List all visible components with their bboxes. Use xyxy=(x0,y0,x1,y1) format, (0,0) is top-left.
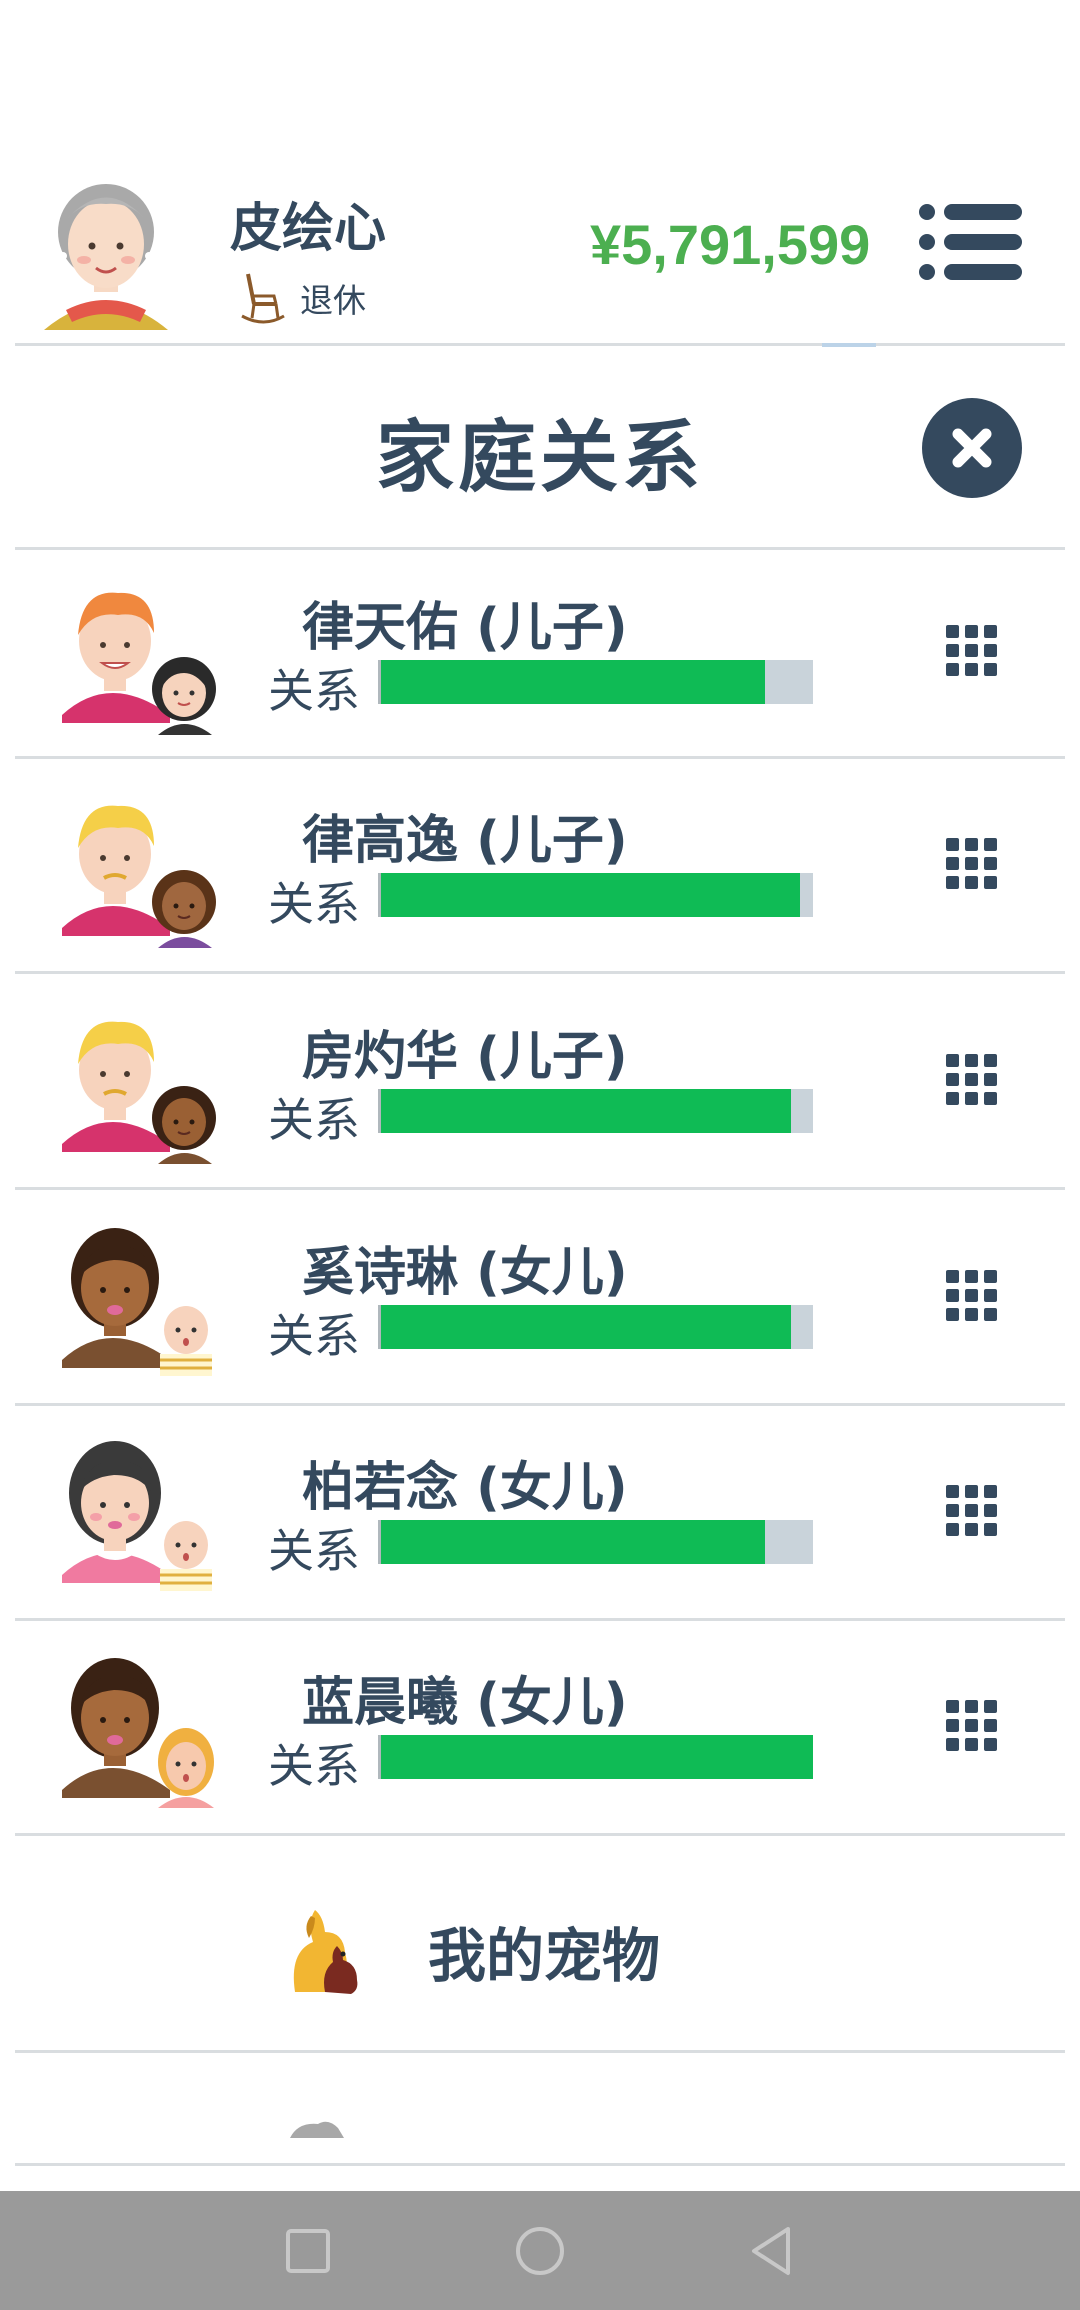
daughter-avatar-icon xyxy=(62,1228,212,1376)
relationship-label: 关系 xyxy=(268,664,360,718)
grid-menu-icon[interactable] xyxy=(946,1054,998,1106)
relationship-bar xyxy=(378,1089,813,1133)
relationship-label: 关系 xyxy=(268,877,360,931)
family-member-name: 奚诗琳 (女儿) xyxy=(302,1243,628,1303)
son-avatar-icon xyxy=(62,1021,216,1164)
relationship-bar xyxy=(378,1520,813,1564)
family-row[interactable]: 奚诗琳 (女儿) 关系 xyxy=(0,1192,1080,1407)
relationship-bar-fill xyxy=(381,1305,792,1349)
family-member-name: 柏若念 (女儿) xyxy=(302,1458,628,1518)
player-status: 退休 xyxy=(240,270,366,326)
row-divider xyxy=(15,1187,1065,1190)
grid-menu-icon[interactable] xyxy=(946,625,998,677)
grid-menu-icon[interactable] xyxy=(946,1485,998,1537)
menu-icon[interactable] xyxy=(918,202,1024,282)
daughter-avatar-icon xyxy=(62,1658,214,1808)
grid-menu-icon[interactable] xyxy=(946,1700,998,1752)
relationship-label: 关系 xyxy=(268,1524,360,1578)
my-pets-button[interactable]: 我的宠物 xyxy=(0,1837,1080,2052)
row-divider xyxy=(15,1618,1065,1621)
family-member-name: 蓝晨曦 (女儿) xyxy=(302,1673,628,1733)
player-name: 皮绘心 xyxy=(230,199,387,259)
player-header: 皮绘心 退休 ¥5,791,599 xyxy=(0,150,1080,345)
money-balance: ¥5,791,599 xyxy=(590,213,871,276)
recent-apps-icon[interactable] xyxy=(278,2221,338,2281)
daughter-avatar-icon xyxy=(62,1441,212,1591)
relationship-bar-fill xyxy=(381,873,801,917)
row-divider xyxy=(15,971,1065,974)
rocking-chair-icon xyxy=(241,273,285,324)
back-icon[interactable] xyxy=(742,2221,802,2281)
relationship-bar-fill xyxy=(381,1735,813,1779)
row-divider xyxy=(15,2163,1065,2166)
son-avatar-icon xyxy=(62,592,216,735)
close-icon xyxy=(952,428,992,468)
relationship-label: 关系 xyxy=(268,1309,360,1363)
row-divider xyxy=(15,1833,1065,1836)
family-member-name: 律高逸 (儿子) xyxy=(302,811,628,871)
system-navigation-bar xyxy=(0,2191,1080,2310)
family-row[interactable]: 律天佑 (儿子) 关系 xyxy=(0,547,1080,762)
row-divider xyxy=(15,756,1065,759)
relationship-label: 关系 xyxy=(268,1739,360,1793)
relationship-bar xyxy=(378,1305,813,1349)
tab-indicator xyxy=(822,343,876,347)
family-member-name: 房灼华 (儿子) xyxy=(302,1027,628,1087)
relationship-bar-fill xyxy=(381,1520,766,1564)
family-row[interactable]: 房灼华 (儿子) 关系 xyxy=(0,976,1080,1191)
family-row[interactable]: 蓝晨曦 (女儿) 关系 xyxy=(0,1622,1080,1837)
pet-dog-icon xyxy=(293,1910,358,1994)
relationship-label: 关系 xyxy=(268,1093,360,1147)
player-avatar[interactable] xyxy=(36,160,176,335)
relationship-bar xyxy=(378,660,813,704)
close-button[interactable] xyxy=(922,398,1022,498)
family-row[interactable]: 律高逸 (儿子) 关系 xyxy=(0,760,1080,975)
home-icon[interactable] xyxy=(510,2221,570,2281)
dialog-title: 家庭关系 xyxy=(375,413,704,503)
my-pets-label: 我的宠物 xyxy=(428,1922,661,1990)
family-member-name: 律天佑 (儿子) xyxy=(302,598,628,658)
status-text: 退休 xyxy=(300,281,366,320)
partial-item-icon xyxy=(290,2121,344,2138)
header-divider xyxy=(15,343,1065,346)
relationship-bar-fill xyxy=(381,660,766,704)
family-relationships-screen: 皮绘心 退休 ¥5,791,599 家庭关系 律天佑 (儿子) 关系 律高逸 (… xyxy=(0,0,1080,2310)
row-divider xyxy=(15,1403,1065,1406)
son-avatar-icon xyxy=(62,805,216,948)
family-row[interactable]: 柏若念 (女儿) 关系 xyxy=(0,1407,1080,1622)
grid-menu-icon[interactable] xyxy=(946,1270,998,1322)
next-list-item-partial[interactable] xyxy=(0,2052,1080,2167)
grid-menu-icon[interactable] xyxy=(946,838,998,890)
relationship-bar xyxy=(378,1735,813,1779)
relationship-bar-fill xyxy=(381,1089,792,1133)
relationship-bar xyxy=(378,873,813,917)
